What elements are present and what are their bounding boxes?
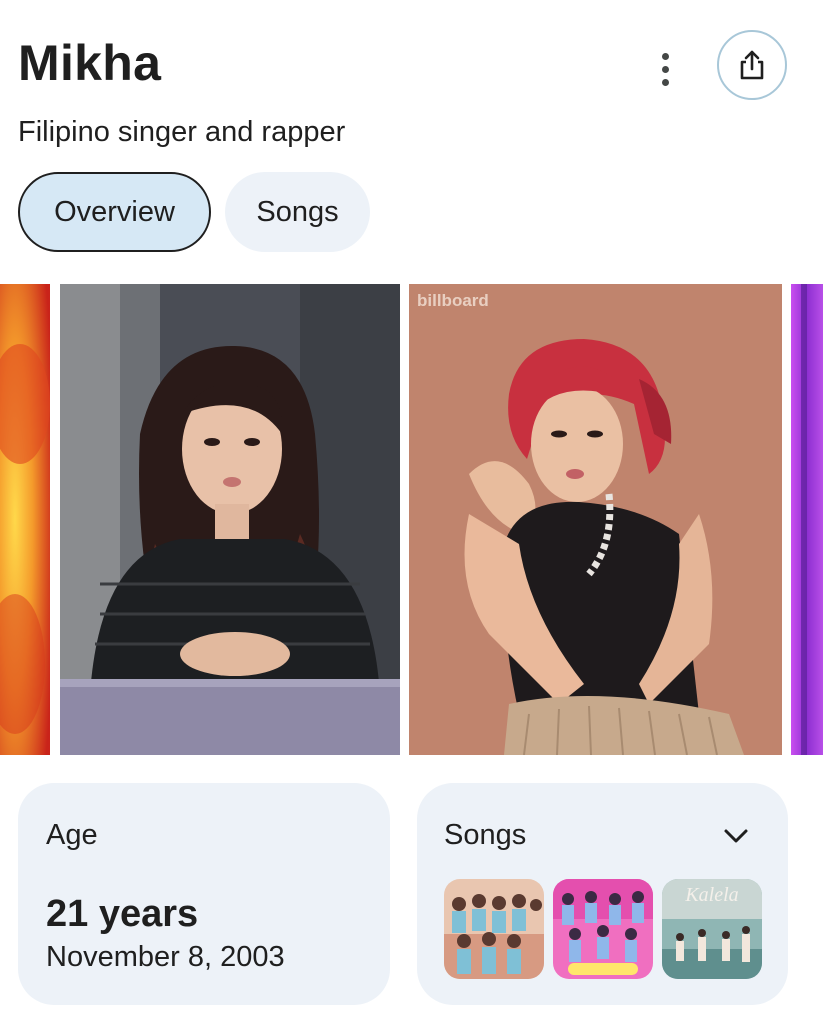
songs-label: Songs: [444, 819, 527, 851]
song-thumbnail-1[interactable]: [444, 879, 544, 979]
tab-overview[interactable]: Overview: [18, 172, 211, 252]
more-vert-icon-dot: [661, 78, 669, 86]
birth-date: November 8, 2003: [46, 941, 285, 973]
photo-mikha-billboard[interactable]: billboard: [409, 284, 782, 755]
song-thumbnail-3[interactable]: Kalela: [662, 879, 762, 979]
photo-partial-right[interactable]: [791, 284, 823, 755]
photo-mikha-1[interactable]: [60, 284, 400, 755]
age-card[interactable]: Age 21 years November 8, 2003: [18, 783, 390, 1005]
thumb3-title: Kalela: [684, 884, 738, 906]
more-vert-icon: [661, 52, 669, 60]
songs-card[interactable]: Songs Kalela: [417, 783, 788, 1005]
share-icon: [740, 50, 764, 80]
share-button[interactable]: [717, 30, 787, 100]
age-label: Age: [46, 819, 98, 851]
more-options-button[interactable]: [646, 50, 684, 88]
more-vert-icon-dot: [661, 65, 669, 73]
photo-partial-left[interactable]: [0, 284, 50, 755]
page-subtitle: Filipino singer and rapper: [18, 116, 346, 148]
age-value: 21 years: [46, 893, 199, 935]
tab-songs-label: Songs: [256, 195, 339, 228]
chevron-down-icon[interactable]: [719, 819, 753, 853]
tab-songs[interactable]: Songs: [225, 172, 370, 252]
page-title: Mikha: [18, 35, 162, 91]
tab-overview-label: Overview: [54, 195, 175, 228]
billboard-watermark: billboard: [417, 291, 489, 310]
song-thumbnail-2[interactable]: [553, 879, 653, 979]
